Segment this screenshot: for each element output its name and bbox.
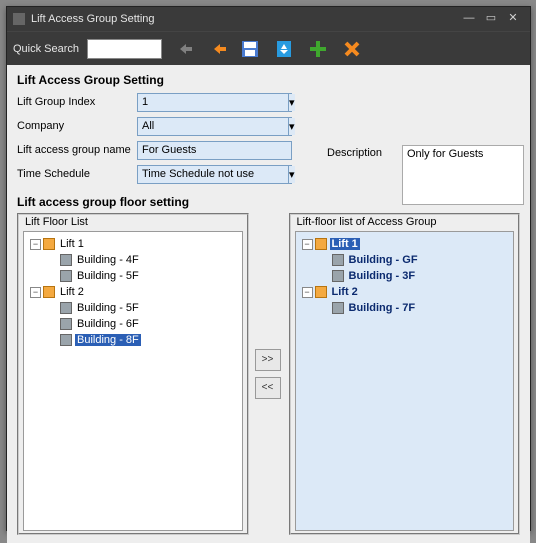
tree-label: Building - 8F: [75, 334, 141, 346]
left-panel-title: Lift Floor List: [25, 216, 243, 228]
left-panel: Lift Floor List − Lift 1 Building - 4F Bu…: [17, 213, 249, 535]
left-tree[interactable]: − Lift 1 Building - 4F Building - 5F − Lif…: [23, 231, 243, 531]
lift-icon: [315, 286, 327, 298]
close-button[interactable]: ✕: [502, 11, 524, 27]
tree-label: Building - 7F: [347, 302, 418, 314]
collapse-icon[interactable]: −: [30, 287, 41, 298]
recycle-button[interactable]: [270, 35, 298, 63]
window-title: Lift Access Group Setting: [31, 13, 155, 25]
tree-label: Building - 5F: [75, 270, 141, 282]
floor-icon: [60, 334, 72, 346]
lift-icon: [43, 238, 55, 250]
tree-label: Lift 2: [330, 286, 360, 298]
lists-container: Lift Floor List − Lift 1 Building - 4F Bu…: [17, 213, 520, 535]
tree-label: Building - 4F: [75, 254, 141, 266]
forward-button[interactable]: [202, 35, 230, 63]
index-combo[interactable]: ▾: [137, 93, 292, 112]
right-panel: Lift-floor list of Access Group − Lift 1 …: [289, 213, 521, 535]
tree-node-floor[interactable]: Building - GF: [298, 252, 512, 268]
window: Lift Access Group Setting — ▭ ✕ Quick Se…: [6, 6, 531, 531]
recycle-icon: [274, 39, 294, 59]
app-icon: [13, 13, 25, 25]
floppy-icon: [240, 39, 260, 59]
tree-label: Building - 6F: [75, 318, 141, 330]
tree-node-lift[interactable]: − Lift 1: [26, 236, 240, 252]
tree-node-lift[interactable]: − Lift 1: [298, 236, 512, 252]
tree-node-floor[interactable]: Building - 5F: [26, 300, 240, 316]
floor-icon: [60, 318, 72, 330]
titlebar[interactable]: Lift Access Group Setting — ▭ ✕: [7, 7, 530, 31]
back-button[interactable]: [168, 35, 196, 63]
floor-icon: [60, 302, 72, 314]
company-value[interactable]: [138, 118, 288, 135]
move-left-button[interactable]: <<: [255, 377, 281, 399]
schedule-combo[interactable]: ▾: [137, 165, 292, 184]
delete-button[interactable]: [338, 35, 366, 63]
floor-icon: [332, 270, 344, 282]
floor-icon: [332, 254, 344, 266]
tree-node-floor[interactable]: Building - 3F: [298, 268, 512, 284]
schedule-label: Time Schedule: [17, 168, 137, 180]
x-icon: [343, 40, 361, 58]
move-buttons: >> <<: [255, 213, 283, 535]
tree-node-lift[interactable]: − Lift 2: [26, 284, 240, 300]
arrow-right-icon: [206, 42, 226, 56]
collapse-icon[interactable]: −: [30, 239, 41, 250]
description-label: Description: [327, 147, 382, 159]
plus-icon: [308, 39, 328, 59]
schedule-value[interactable]: [138, 166, 288, 183]
chevron-down-icon[interactable]: ▾: [288, 94, 295, 111]
add-button[interactable]: [304, 35, 332, 63]
tree-label: Lift 1: [58, 238, 86, 250]
tree-node-floor[interactable]: Building - 8F: [26, 332, 240, 348]
lift-icon: [315, 238, 327, 250]
toolbar: Quick Search: [7, 31, 530, 65]
tree-label: Building - GF: [347, 254, 420, 266]
maximize-button[interactable]: ▭: [480, 11, 502, 27]
collapse-icon[interactable]: −: [302, 239, 313, 250]
name-input[interactable]: [137, 141, 292, 160]
tree-node-floor[interactable]: Building - 4F: [26, 252, 240, 268]
right-panel-title: Lift-floor list of Access Group: [297, 216, 515, 228]
company-label: Company: [17, 120, 137, 132]
chevron-down-icon[interactable]: ▾: [288, 166, 295, 183]
tree-label: Building - 5F: [75, 302, 141, 314]
tree-label: Building - 3F: [347, 270, 418, 282]
tree-label: Lift 1: [330, 238, 360, 250]
move-right-button[interactable]: >>: [255, 349, 281, 371]
name-label: Lift access group name: [17, 144, 137, 156]
floor-icon: [60, 254, 72, 266]
quick-search-label: Quick Search: [13, 43, 79, 55]
company-combo[interactable]: ▾: [137, 117, 292, 136]
body: Lift Access Group Setting Lift Group Ind…: [7, 65, 530, 543]
index-value[interactable]: [138, 94, 288, 111]
form-heading: Lift Access Group Setting: [17, 73, 520, 87]
floor-icon: [332, 302, 344, 314]
index-label: Lift Group Index: [17, 96, 137, 108]
tree-label: Lift 2: [58, 286, 86, 298]
minimize-button[interactable]: —: [458, 11, 480, 27]
tree-node-floor[interactable]: Building - 7F: [298, 300, 512, 316]
save-button[interactable]: [236, 35, 264, 63]
description-input[interactable]: [402, 145, 524, 205]
floor-icon: [60, 270, 72, 282]
tree-node-floor[interactable]: Building - 5F: [26, 268, 240, 284]
right-tree[interactable]: − Lift 1 Building - GF Building - 3F − Lif…: [295, 231, 515, 531]
collapse-icon[interactable]: −: [302, 287, 313, 298]
quick-search-input[interactable]: [87, 39, 162, 59]
tree-node-floor[interactable]: Building - 6F: [26, 316, 240, 332]
arrow-left-icon: [172, 42, 192, 56]
lift-icon: [43, 286, 55, 298]
chevron-down-icon[interactable]: ▾: [288, 118, 295, 135]
tree-node-lift[interactable]: − Lift 2: [298, 284, 512, 300]
